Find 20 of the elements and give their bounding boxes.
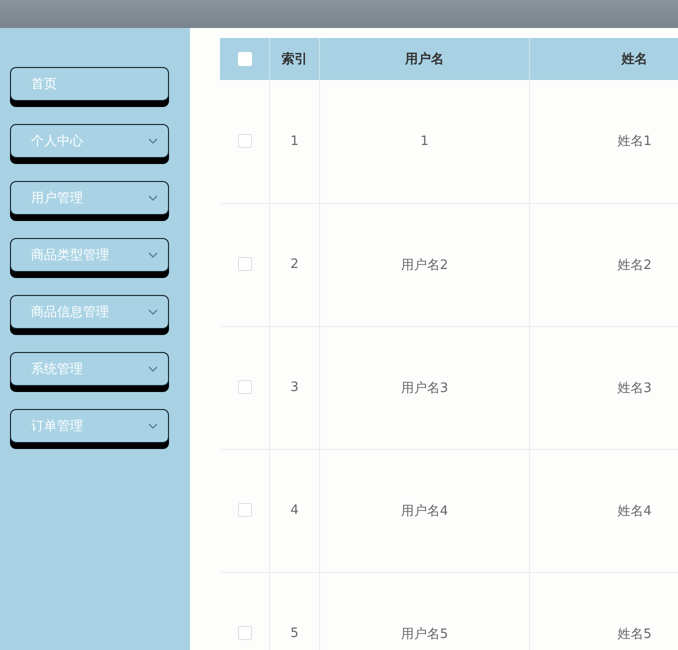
table-cell: 用户名5 [320, 572, 530, 650]
table-cell: 1 [320, 80, 530, 203]
checkbox[interactable] [238, 380, 252, 394]
table-cell: 5 [270, 572, 320, 650]
table-cell: 姓名1 [530, 80, 678, 203]
table-cell: 用户名3 [320, 326, 530, 449]
table-cell: 4 [270, 449, 320, 572]
table-cell: 3 [270, 326, 320, 449]
table-cell: 姓名5 [530, 572, 678, 650]
checkbox[interactable] [238, 626, 252, 640]
checkbox[interactable] [238, 257, 252, 272]
table-cell: 2 [270, 203, 320, 326]
table-cell: 姓名3 [530, 326, 678, 449]
checkbox[interactable] [238, 134, 252, 148]
table-cell: 用户名2 [320, 203, 530, 326]
table-cell: 姓名4 [530, 449, 678, 572]
table-cell: 用户名4 [320, 449, 530, 572]
table-cell: 姓名2 [530, 203, 678, 326]
table-cell: 1 [270, 80, 320, 203]
checkbox[interactable] [238, 503, 252, 518]
